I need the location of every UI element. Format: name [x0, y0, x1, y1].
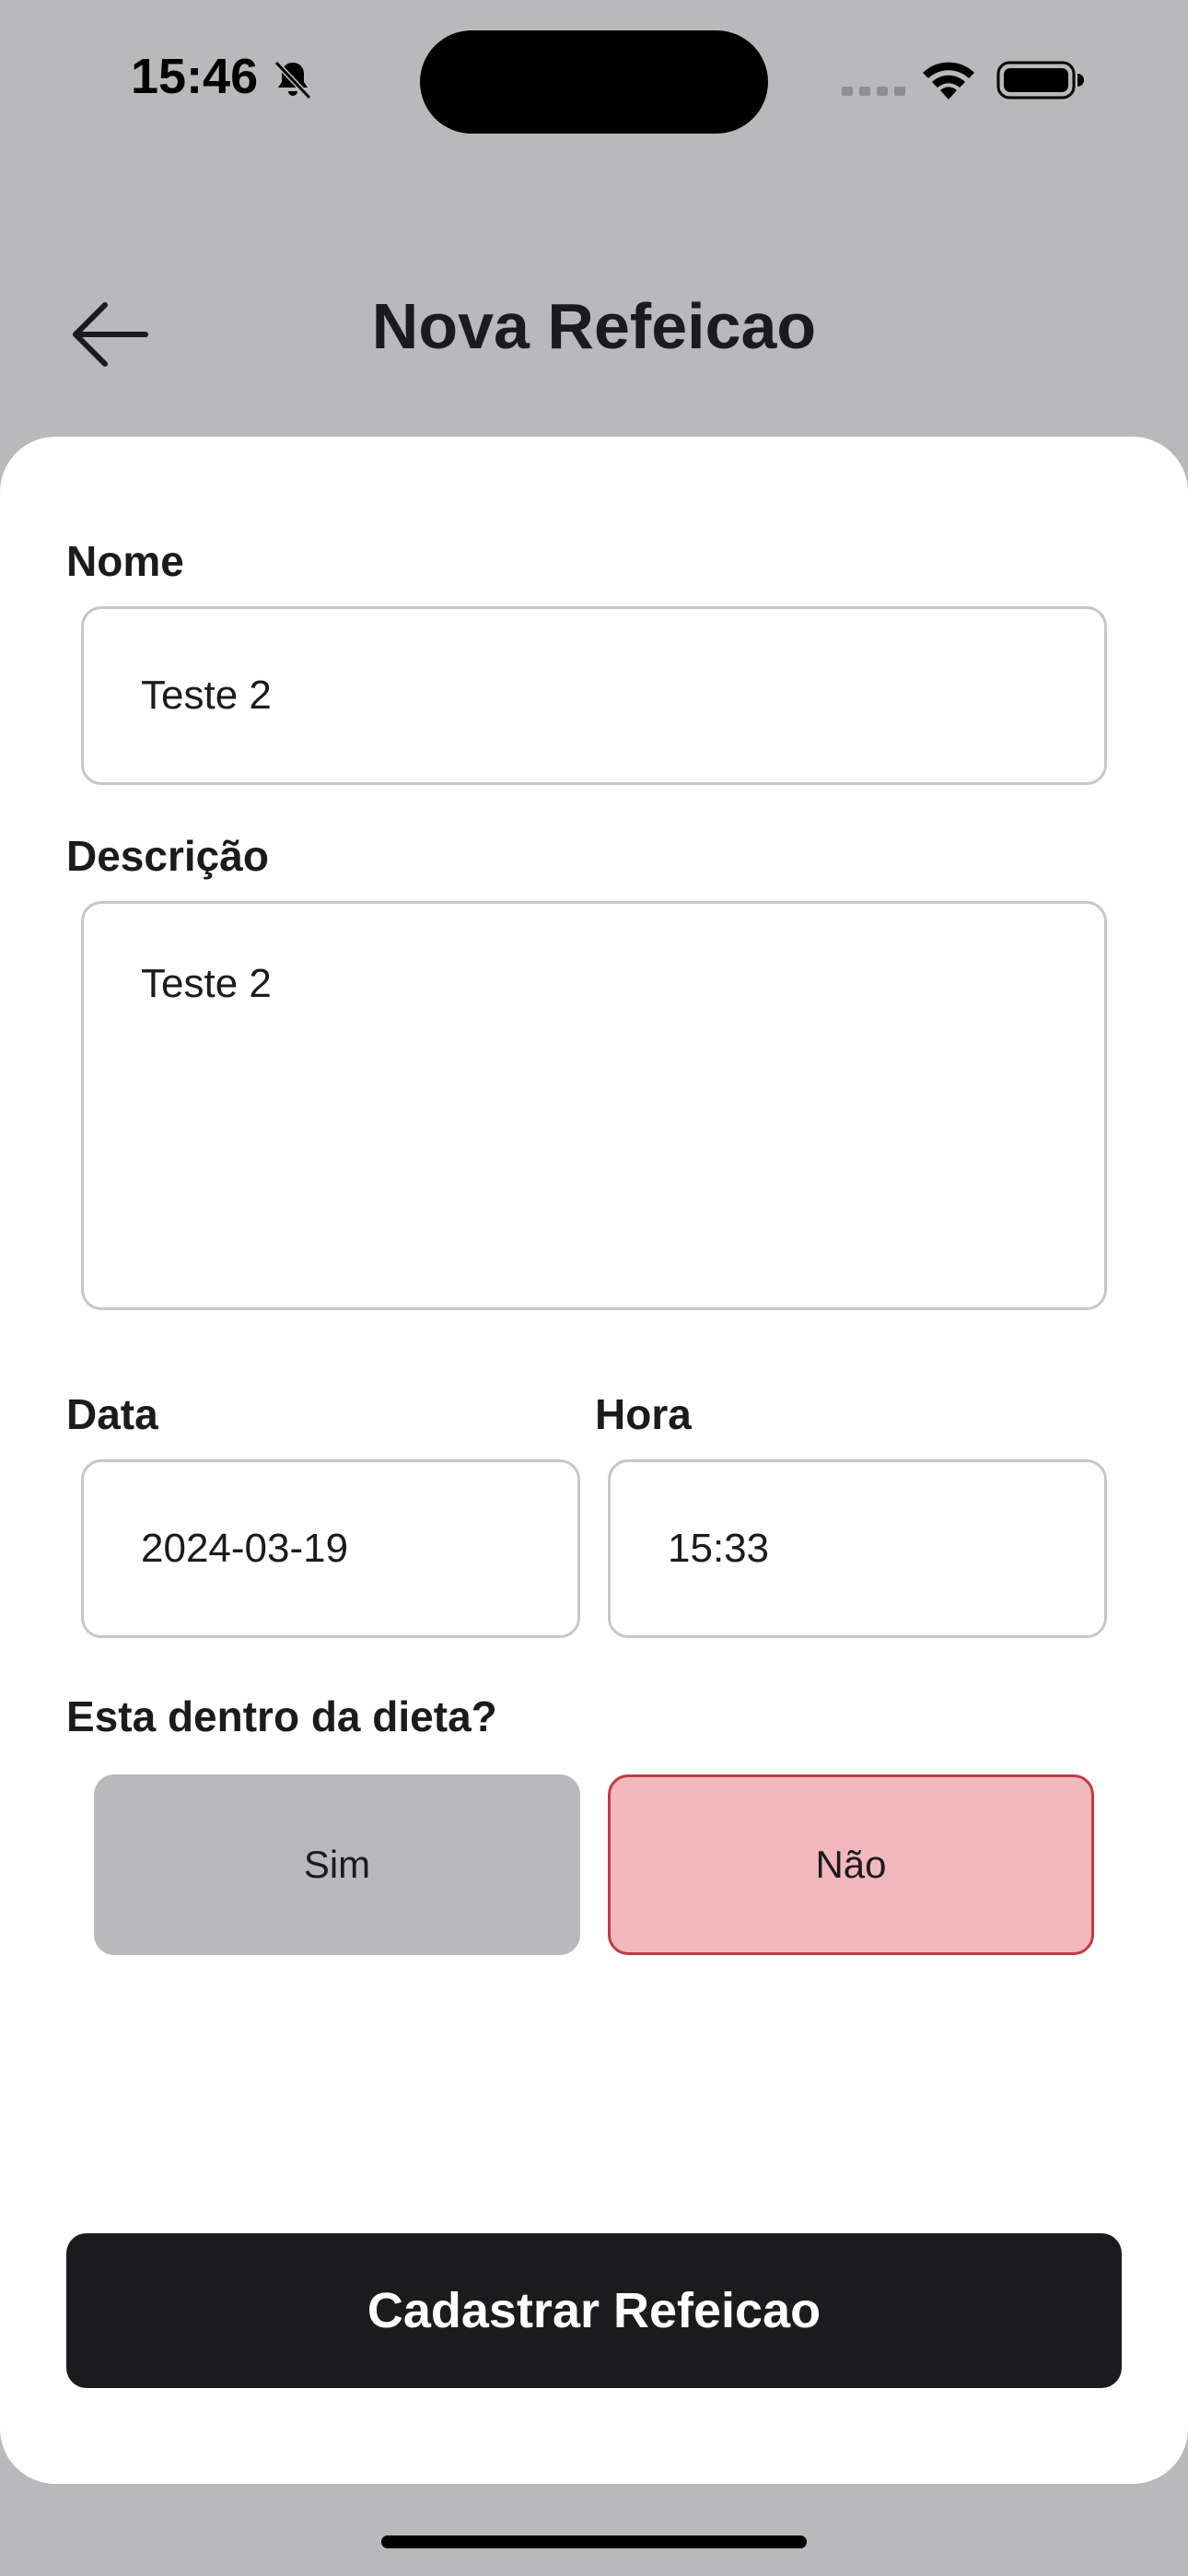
time-label: Hora — [595, 1390, 692, 1438]
diet-yes-label: Sim — [303, 1843, 371, 1886]
diet-yes-button[interactable]: Sim — [94, 1774, 580, 1955]
wifi-icon — [923, 62, 974, 100]
time-input-value: 15:33 — [668, 1526, 770, 1571]
form-sheet: Nome Teste 2 Descrição Teste 2 Data 2024… — [0, 437, 1188, 2484]
status-bar: 15:46 — [0, 0, 1188, 166]
submit-meal-label: Cadastrar Refeicao — [367, 2283, 821, 2338]
page-title: Nova Refeicao — [371, 290, 817, 362]
home-indicator[interactable] — [381, 2535, 807, 2548]
date-input[interactable]: 2024-03-19 — [81, 1459, 580, 1638]
date-input-value: 2024-03-19 — [141, 1526, 349, 1571]
diet-question-label: Esta dentro da dieta? — [66, 1692, 497, 1740]
description-label: Descrição — [66, 832, 269, 880]
description-input[interactable]: Teste 2 — [81, 901, 1107, 1310]
description-input-value: Teste 2 — [141, 961, 272, 1006]
date-label: Data — [66, 1390, 158, 1438]
signal-icon — [842, 87, 905, 96]
name-input[interactable]: Teste 2 — [81, 606, 1107, 785]
diet-no-button[interactable]: Não — [608, 1774, 1094, 1955]
submit-meal-button[interactable]: Cadastrar Refeicao — [66, 2233, 1122, 2388]
battery-icon — [996, 61, 1084, 100]
time-input[interactable]: 15:33 — [608, 1459, 1107, 1638]
diet-no-label: Não — [815, 1843, 887, 1886]
name-input-value: Teste 2 — [141, 673, 272, 718]
status-time: 15:46 — [131, 49, 259, 104]
dynamic-island — [420, 30, 768, 134]
name-label: Nome — [66, 537, 184, 585]
bell-slash-icon — [274, 60, 312, 100]
